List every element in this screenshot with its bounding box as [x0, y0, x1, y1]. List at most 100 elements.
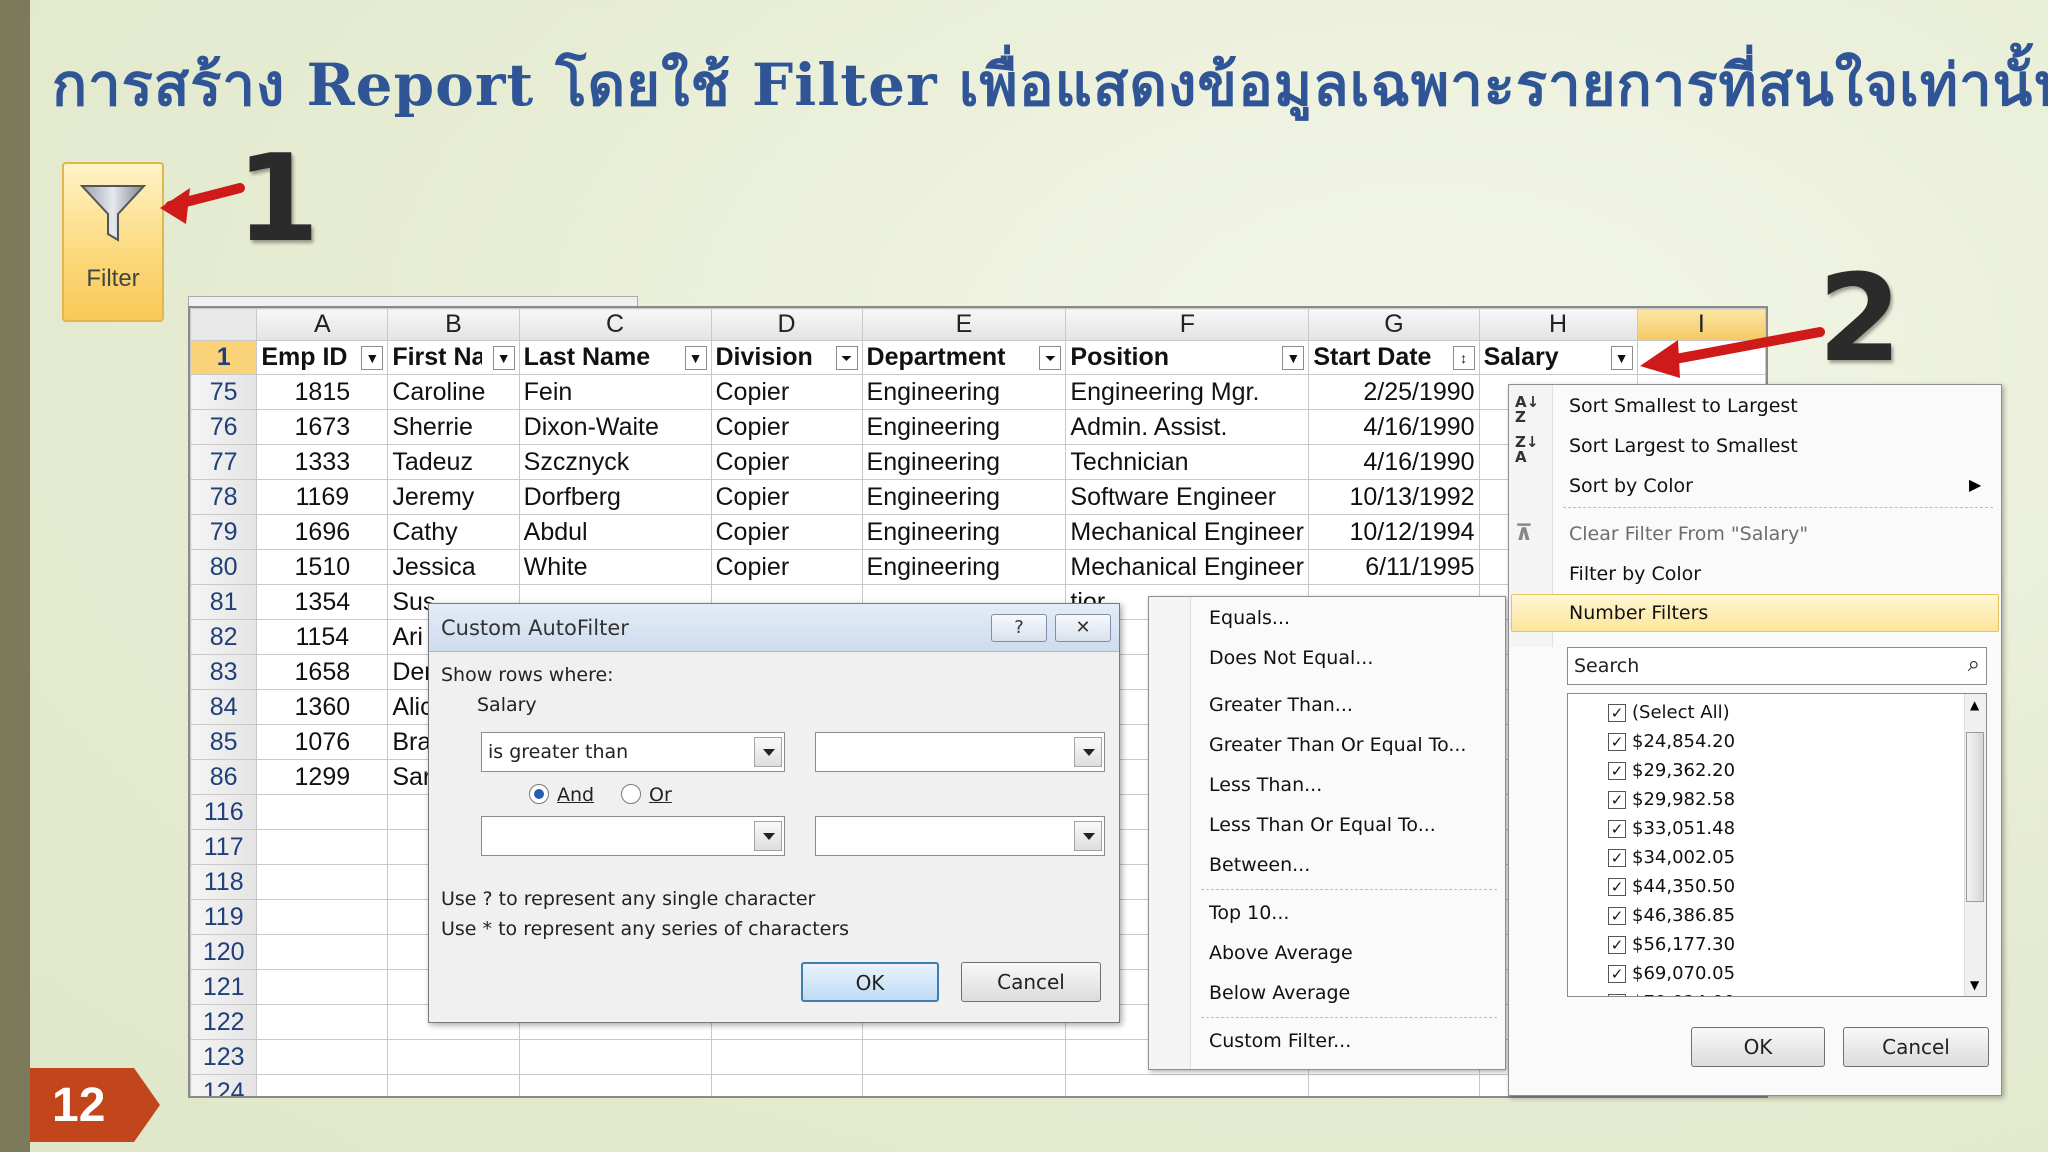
checkbox[interactable]: ✓ — [1608, 935, 1626, 954]
table-cell[interactable]: 1658 — [256, 654, 389, 690]
column-header[interactable]: B — [387, 308, 520, 341]
table-cell[interactable]: Copier — [710, 514, 863, 550]
menu-item-less-than[interactable]: Less Than... — [1209, 774, 1322, 796]
table-cell[interactable] — [518, 1039, 712, 1075]
filter-value-item[interactable]: ✓ $70,024.00 — [1608, 992, 1735, 996]
header-cell[interactable]: Start Date — [1313, 343, 1431, 372]
table-cell[interactable]: Engineering — [861, 444, 1067, 480]
close-button[interactable]: ✕ — [1055, 614, 1111, 642]
table-cell[interactable] — [256, 794, 389, 830]
table-cell[interactable]: 1815 — [256, 374, 389, 410]
row-header[interactable]: 85 — [190, 724, 258, 760]
table-cell[interactable]: Engineering — [861, 514, 1067, 550]
table-cell[interactable]: Dixon-Waite — [518, 409, 712, 445]
row-header[interactable]: 120 — [190, 934, 258, 970]
menu-item-custom-filter[interactable]: Custom Filter... — [1209, 1030, 1351, 1052]
table-cell[interactable]: 1673 — [256, 409, 389, 445]
cancel-button[interactable]: Cancel — [961, 962, 1101, 1002]
chevron-down-icon[interactable] — [1074, 737, 1102, 767]
checkbox[interactable]: ✓ — [1608, 848, 1626, 867]
table-cell[interactable]: Szcznyck — [518, 444, 712, 480]
filter-value-item[interactable]: ✓ (Select All) — [1608, 702, 1730, 723]
table-cell[interactable]: Caroline — [387, 374, 520, 410]
table-cell[interactable]: Fein — [518, 374, 712, 410]
row-header[interactable]: 75 — [190, 374, 258, 410]
column-header[interactable]: D — [710, 308, 863, 341]
search-icon[interactable]: ⌕ — [1968, 652, 1980, 677]
table-cell[interactable] — [710, 1039, 863, 1075]
scroll-up-icon[interactable]: ▲ — [1970, 698, 1979, 712]
checkbox[interactable]: ✓ — [1608, 993, 1626, 996]
table-cell[interactable]: Abdul — [518, 514, 712, 550]
table-cell[interactable]: 1510 — [256, 549, 389, 585]
number-filters-item[interactable]: Number Filters — [1569, 602, 1708, 624]
table-cell[interactable]: Engineering Mgr. — [1065, 374, 1310, 410]
checkbox[interactable]: ✓ — [1608, 703, 1626, 722]
table-cell[interactable]: 4/16/1990 — [1308, 444, 1480, 480]
header-cell[interactable]: Department — [867, 343, 1006, 372]
table-cell[interactable]: 1360 — [256, 689, 389, 725]
filter-sort-icon[interactable]: ↕ — [1452, 345, 1475, 370]
row-header[interactable]: 84 — [190, 689, 258, 725]
menu-item-above-average[interactable]: Above Average — [1209, 942, 1353, 964]
table-cell[interactable]: Jessica — [387, 549, 520, 585]
table-cell[interactable] — [861, 1039, 1067, 1075]
filter-dropdown-icon[interactable]: ▼ — [361, 345, 384, 370]
checkbox[interactable]: ✓ — [1608, 964, 1626, 983]
table-cell[interactable]: White — [518, 549, 712, 585]
menu-item-greater-than[interactable]: Greater Than... — [1209, 694, 1353, 716]
filter-value-item[interactable]: ✓ $29,982.58 — [1608, 789, 1735, 810]
checkbox[interactable]: ✓ — [1608, 761, 1626, 780]
operator-2-select[interactable] — [481, 816, 785, 856]
row-header[interactable]: 124 — [190, 1074, 258, 1096]
and-radio[interactable] — [529, 784, 549, 804]
menu-item-greater-equal[interactable]: Greater Than Or Equal To... — [1209, 734, 1466, 756]
table-cell[interactable]: Cathy — [387, 514, 520, 550]
menu-item-not-equal[interactable]: Does Not Equal... — [1209, 647, 1373, 669]
table-cell[interactable] — [256, 1074, 389, 1096]
value-2-input[interactable] — [815, 816, 1105, 856]
menu-item-below-average[interactable]: Below Average — [1209, 982, 1350, 1004]
checkbox[interactable]: ✓ — [1608, 790, 1626, 809]
filter-value-item[interactable]: ✓ $69,070.05 — [1608, 963, 1735, 984]
table-cell[interactable]: 1076 — [256, 724, 389, 760]
table-cell[interactable] — [387, 1039, 520, 1075]
chevron-down-icon[interactable] — [754, 821, 782, 851]
filter-value-item[interactable]: ✓ $44,350.50 — [1608, 876, 1735, 897]
filter-value-item[interactable]: ✓ $56,177.30 — [1608, 934, 1735, 955]
table-cell[interactable]: 4/16/1990 — [1308, 409, 1480, 445]
table-cell[interactable]: 1154 — [256, 619, 389, 655]
table-cell[interactable] — [861, 1074, 1067, 1096]
table-cell[interactable]: Engineering — [861, 549, 1067, 585]
filter-dropdown-icon[interactable]: ▼ — [684, 345, 707, 370]
row-header[interactable]: 82 — [190, 619, 258, 655]
table-cell[interactable] — [518, 1074, 712, 1096]
row-header[interactable]: 118 — [190, 864, 258, 900]
menu-item-between[interactable]: Between... — [1209, 854, 1310, 876]
table-cell[interactable]: Copier — [710, 444, 863, 480]
help-button[interactable]: ? — [991, 614, 1047, 642]
clear-filter-salary[interactable]: Clear Filter From "Salary" — [1569, 523, 1808, 545]
row-header[interactable]: 116 — [190, 794, 258, 830]
table-cell[interactable] — [256, 1004, 389, 1040]
table-cell[interactable]: 10/12/1994 — [1308, 514, 1480, 550]
checkbox[interactable]: ✓ — [1608, 732, 1626, 751]
table-cell[interactable]: Engineering — [861, 374, 1067, 410]
row-header[interactable]: 1 — [190, 340, 258, 375]
table-cell[interactable]: 1169 — [256, 479, 389, 515]
filter-cancel-button[interactable]: Cancel — [1843, 1027, 1989, 1067]
filter-by-color[interactable]: Filter by Color — [1569, 563, 1701, 585]
checkbox[interactable]: ✓ — [1608, 877, 1626, 896]
table-cell[interactable]: 6/11/1995 — [1308, 549, 1480, 585]
filter-ok-button[interactable]: OK — [1691, 1027, 1825, 1067]
filter-active-icon[interactable]: ⏷ — [1039, 345, 1062, 370]
chevron-down-icon[interactable] — [754, 737, 782, 767]
column-header[interactable]: E — [861, 308, 1067, 341]
table-cell[interactable]: 1696 — [256, 514, 389, 550]
table-cell[interactable] — [256, 864, 389, 900]
table-cell[interactable]: Copier — [710, 549, 863, 585]
filter-value-item[interactable]: ✓ $24,854.20 — [1608, 731, 1735, 752]
table-cell[interactable]: Mechanical Engineer — [1065, 514, 1310, 550]
chevron-down-icon[interactable] — [1074, 821, 1102, 851]
row-header[interactable]: 122 — [190, 1004, 258, 1040]
